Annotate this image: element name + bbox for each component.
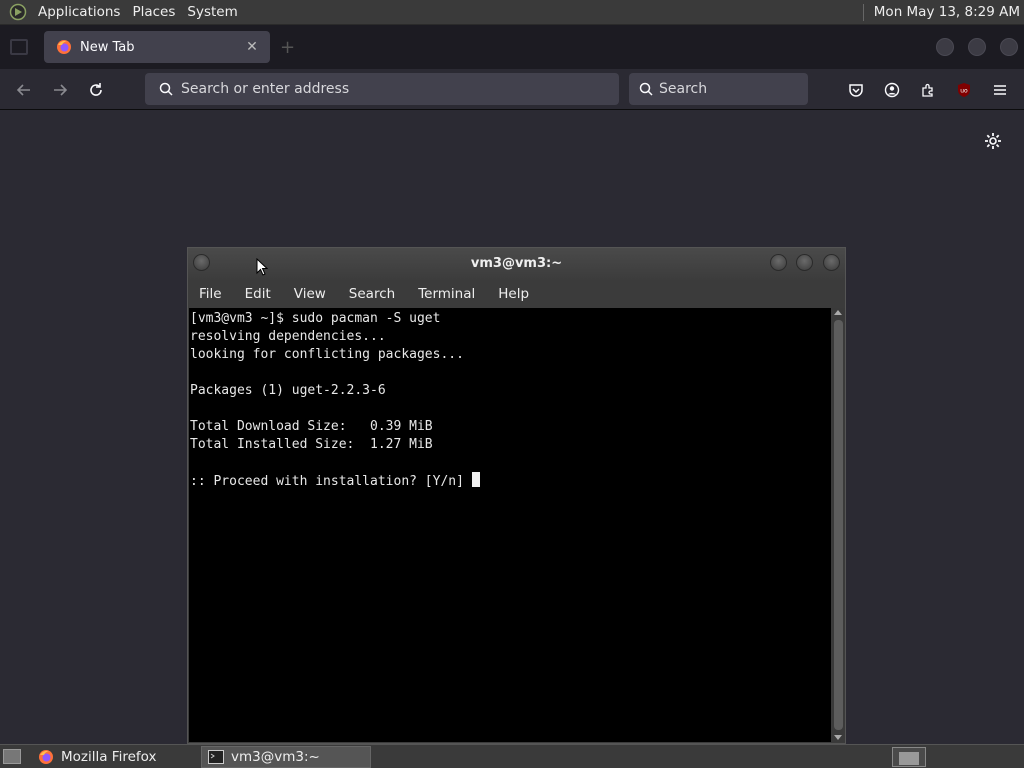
taskbar-item-firefox[interactable]: Mozilla Firefox [32, 746, 198, 768]
window-maximize-icon[interactable] [968, 38, 986, 56]
menu-terminal[interactable]: Terminal [407, 286, 487, 302]
menu-system[interactable]: System [181, 0, 243, 25]
new-tab-plus-icon[interactable]: + [280, 37, 295, 58]
firefox-icon [56, 39, 72, 55]
search-bar[interactable]: Search [629, 73, 808, 105]
svg-text:uo: uo [960, 88, 968, 95]
terminal-line: Total Installed Size: 1.27 MiB [190, 437, 433, 452]
window-close-icon[interactable] [1000, 38, 1018, 56]
window-maximize-icon[interactable] [796, 254, 813, 271]
terminal-scrollbar[interactable] [832, 308, 845, 742]
mouse-pointer-icon [256, 258, 268, 276]
tab-close-icon[interactable]: ✕ [242, 39, 262, 55]
workspace-thumbnail [899, 752, 919, 765]
menu-icon[interactable] [989, 79, 1011, 101]
url-bar[interactable]: Search or enter address [145, 73, 619, 105]
menu-view[interactable]: View [283, 286, 338, 302]
terminal-output[interactable]: [vm3@vm3 ~]$ sudo pacman -S uget resolvi… [189, 308, 831, 742]
browser-tabbar: New Tab ✕ + [0, 25, 1024, 69]
terminal-titlebar[interactable]: vm3@vm3:~ [188, 248, 845, 280]
distro-logo-icon[interactable] [8, 2, 28, 22]
tab-title: New Tab [80, 39, 135, 55]
terminal-title: vm3@vm3:~ [470, 256, 563, 271]
back-icon[interactable] [13, 79, 35, 101]
search-icon [639, 82, 653, 96]
firefox-icon [38, 749, 54, 765]
window-minimize-icon[interactable] [770, 254, 787, 271]
terminal-line: Packages (1) uget-2.2.3-6 [190, 383, 386, 398]
taskbar-label: vm3@vm3:~ [231, 749, 320, 765]
terminal-line: resolving dependencies... [190, 329, 386, 344]
search-icon [159, 82, 173, 96]
scroll-down-icon[interactable] [834, 735, 842, 740]
terminal-line: Total Download Size: 0.39 MiB [190, 419, 433, 434]
menu-file[interactable]: File [188, 286, 234, 302]
ublock-icon[interactable]: uo [953, 79, 975, 101]
tab-overview-icon[interactable] [10, 39, 28, 55]
terminal-menubar: File Edit View Search Terminal Help [188, 280, 845, 307]
menu-places[interactable]: Places [126, 0, 181, 25]
terminal-window: vm3@vm3:~ File Edit View Search Terminal… [187, 247, 846, 744]
settings-gear-icon[interactable] [983, 131, 1003, 151]
extensions-icon[interactable] [917, 79, 939, 101]
menu-search[interactable]: Search [338, 286, 407, 302]
scroll-up-icon[interactable] [834, 310, 842, 315]
url-placeholder: Search or enter address [181, 81, 350, 97]
top-menu: Applications Places System [0, 0, 244, 25]
workspace-switcher[interactable] [892, 747, 926, 767]
show-desktop-icon[interactable] [3, 749, 21, 764]
terminal-icon [208, 750, 224, 764]
clock[interactable]: Mon May 13, 8:29 AM [862, 3, 1024, 21]
menu-help[interactable]: Help [487, 286, 541, 302]
account-icon[interactable] [881, 79, 903, 101]
terminal-line: :: Proceed with installation? [Y/n] [190, 474, 472, 489]
forward-icon[interactable] [49, 79, 71, 101]
browser-navbar: Search or enter address Search uo [0, 69, 1024, 110]
taskbar-item-terminal[interactable]: vm3@vm3:~ [201, 746, 371, 768]
tab-new-tab[interactable]: New Tab ✕ [44, 31, 270, 63]
taskbar-label: Mozilla Firefox [61, 749, 157, 765]
terminal-line: looking for conflicting packages... [190, 347, 464, 362]
pocket-icon[interactable] [845, 79, 867, 101]
window-close-icon[interactable] [823, 254, 840, 271]
menu-edit[interactable]: Edit [234, 286, 283, 302]
window-minimize-icon[interactable] [936, 38, 954, 56]
bottom-panel: Mozilla Firefox vm3@vm3:~ [0, 744, 1024, 768]
reload-icon[interactable] [85, 79, 107, 101]
search-placeholder: Search [659, 81, 708, 97]
top-panel: Applications Places System Mon May 13, 8… [0, 0, 1024, 25]
terminal-cursor [471, 472, 480, 487]
menu-applications[interactable]: Applications [32, 0, 126, 25]
terminal-line: [vm3@vm3 ~]$ sudo pacman -S uget [190, 311, 441, 326]
scrollbar-thumb[interactable] [834, 320, 843, 730]
